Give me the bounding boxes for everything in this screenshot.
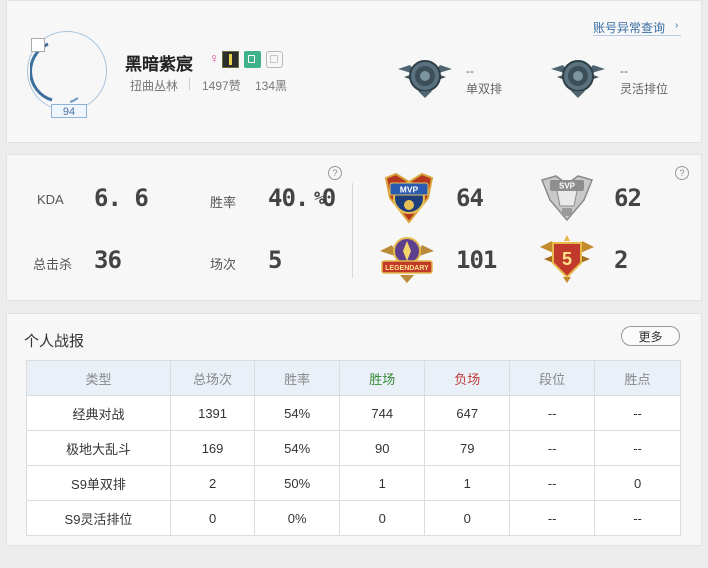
mvp-badge-text: MVP bbox=[400, 185, 419, 195]
avatar[interactable] bbox=[31, 38, 45, 52]
total-kills-value: 36 bbox=[94, 246, 122, 274]
table-cell: 0 bbox=[169, 500, 256, 536]
games-value: 5 bbox=[268, 246, 282, 274]
table-row: S9灵活排位 0 0% 0 0 -- -- bbox=[26, 500, 681, 536]
legendary-count: 101 bbox=[456, 246, 497, 274]
chevron-right-icon: › bbox=[675, 20, 679, 31]
table-cell: -- bbox=[594, 430, 681, 466]
table-header-row: 类型 总场次 胜率 胜场 负场 段位 胜点 bbox=[26, 360, 681, 396]
table-cell: 54% bbox=[254, 430, 341, 466]
table-cell: S9单双排 bbox=[26, 465, 171, 501]
table-cell: 1 bbox=[339, 465, 426, 501]
flex-rank-tier: -- bbox=[620, 64, 628, 78]
legendary-badge-icon: LEGENDARY bbox=[380, 237, 434, 283]
table-cell: -- bbox=[509, 500, 596, 536]
table-cell: 经典对战 bbox=[26, 395, 171, 431]
table-cell: 0 bbox=[594, 465, 681, 501]
table-cell: 54% bbox=[254, 395, 341, 431]
table-cell: 2 bbox=[169, 465, 256, 501]
table-cell: 90 bbox=[339, 430, 426, 466]
solo-rank-emblem-icon bbox=[398, 60, 452, 98]
table-cell: -- bbox=[509, 430, 596, 466]
summoner-name: 黑暗紫宸 bbox=[125, 55, 193, 74]
total-kills-label: 总击杀 bbox=[33, 257, 73, 272]
column-header-tier: 段位 bbox=[509, 360, 596, 396]
flex-rank-label: 灵活排位 bbox=[620, 82, 669, 96]
table-cell: 647 bbox=[424, 395, 511, 431]
table-cell: 极地大乱斗 bbox=[26, 430, 171, 466]
table-cell: 1 bbox=[424, 465, 511, 501]
penta-kill-count: 2 bbox=[614, 246, 628, 274]
divider bbox=[189, 78, 190, 90]
table-cell: 50% bbox=[254, 465, 341, 501]
table-cell: -- bbox=[594, 395, 681, 431]
table-cell: -- bbox=[509, 465, 596, 501]
kda-label: KDA bbox=[37, 192, 64, 207]
solo-rank-tier: -- bbox=[466, 64, 474, 78]
level-badge: 94 bbox=[51, 104, 87, 118]
copy-icon[interactable] bbox=[244, 51, 261, 68]
kda-value: 6. 6 bbox=[94, 184, 149, 212]
table-cell: 0 bbox=[424, 500, 511, 536]
likes-count: 1497赞 bbox=[202, 79, 241, 93]
winrate-unit: % bbox=[314, 188, 325, 209]
column-header-wins: 胜场 bbox=[339, 360, 426, 396]
table-row: 极地大乱斗 169 54% 90 79 -- -- bbox=[26, 430, 681, 466]
table-cell: 0% bbox=[254, 500, 341, 536]
column-header-losses: 负场 bbox=[424, 360, 511, 396]
stats-divider bbox=[352, 183, 353, 278]
mvp-badge-icon: MVP bbox=[384, 172, 434, 224]
table-row: S9单双排 2 50% 1 1 -- 0 bbox=[26, 465, 681, 501]
penta-kill-badge-icon: 5 bbox=[540, 235, 594, 283]
winrate-label: 胜率 bbox=[210, 195, 237, 210]
mvp-count: 64 bbox=[456, 184, 484, 212]
winrate-value: 40. 0 bbox=[268, 184, 336, 212]
column-header-winrate: 胜率 bbox=[254, 360, 341, 396]
dislikes-count: 134黑 bbox=[255, 79, 288, 93]
table-cell: 79 bbox=[424, 430, 511, 466]
honor-icon[interactable] bbox=[222, 51, 239, 68]
table-cell: 169 bbox=[169, 430, 256, 466]
table-cell: -- bbox=[509, 395, 596, 431]
device-icon[interactable] bbox=[266, 51, 283, 68]
help-icon[interactable]: ? bbox=[675, 166, 689, 180]
table-cell: S9灵活排位 bbox=[26, 500, 171, 536]
column-header-total-games: 总场次 bbox=[169, 360, 256, 396]
help-icon[interactable]: ? bbox=[328, 166, 342, 180]
link-underline bbox=[593, 35, 681, 36]
column-header-type: 类型 bbox=[26, 360, 171, 396]
table-cell: 1391 bbox=[169, 395, 256, 431]
games-label: 场次 bbox=[210, 257, 237, 272]
table-row: 经典对战 1391 54% 744 647 -- -- bbox=[26, 395, 681, 431]
account-anomaly-link[interactable]: 账号异常查询 bbox=[593, 19, 665, 36]
legendary-badge-text: LEGENDARY bbox=[385, 265, 429, 272]
female-icon: ♀ bbox=[209, 50, 220, 66]
stats-panel bbox=[6, 154, 702, 301]
svp-count: 62 bbox=[614, 184, 642, 212]
svp-badge-text: SVP bbox=[559, 182, 576, 191]
battle-report-table: 类型 总场次 胜率 胜场 负场 段位 胜点 经典对战 1391 54% 744 … bbox=[26, 360, 681, 536]
column-header-league-points: 胜点 bbox=[594, 360, 681, 396]
more-button[interactable]: 更多 bbox=[621, 326, 680, 346]
flex-rank-emblem-icon bbox=[551, 60, 605, 98]
table-cell: 0 bbox=[339, 500, 426, 536]
server-name: 扭曲丛林 bbox=[130, 79, 179, 93]
table-cell: -- bbox=[594, 500, 681, 536]
table-cell: 744 bbox=[339, 395, 426, 431]
solo-rank-label: 单双排 bbox=[466, 82, 503, 96]
section-title: 个人战报 bbox=[24, 333, 85, 350]
penta-kill-badge-text: 5 bbox=[562, 249, 572, 269]
svp-badge-icon: SVP bbox=[540, 175, 594, 222]
